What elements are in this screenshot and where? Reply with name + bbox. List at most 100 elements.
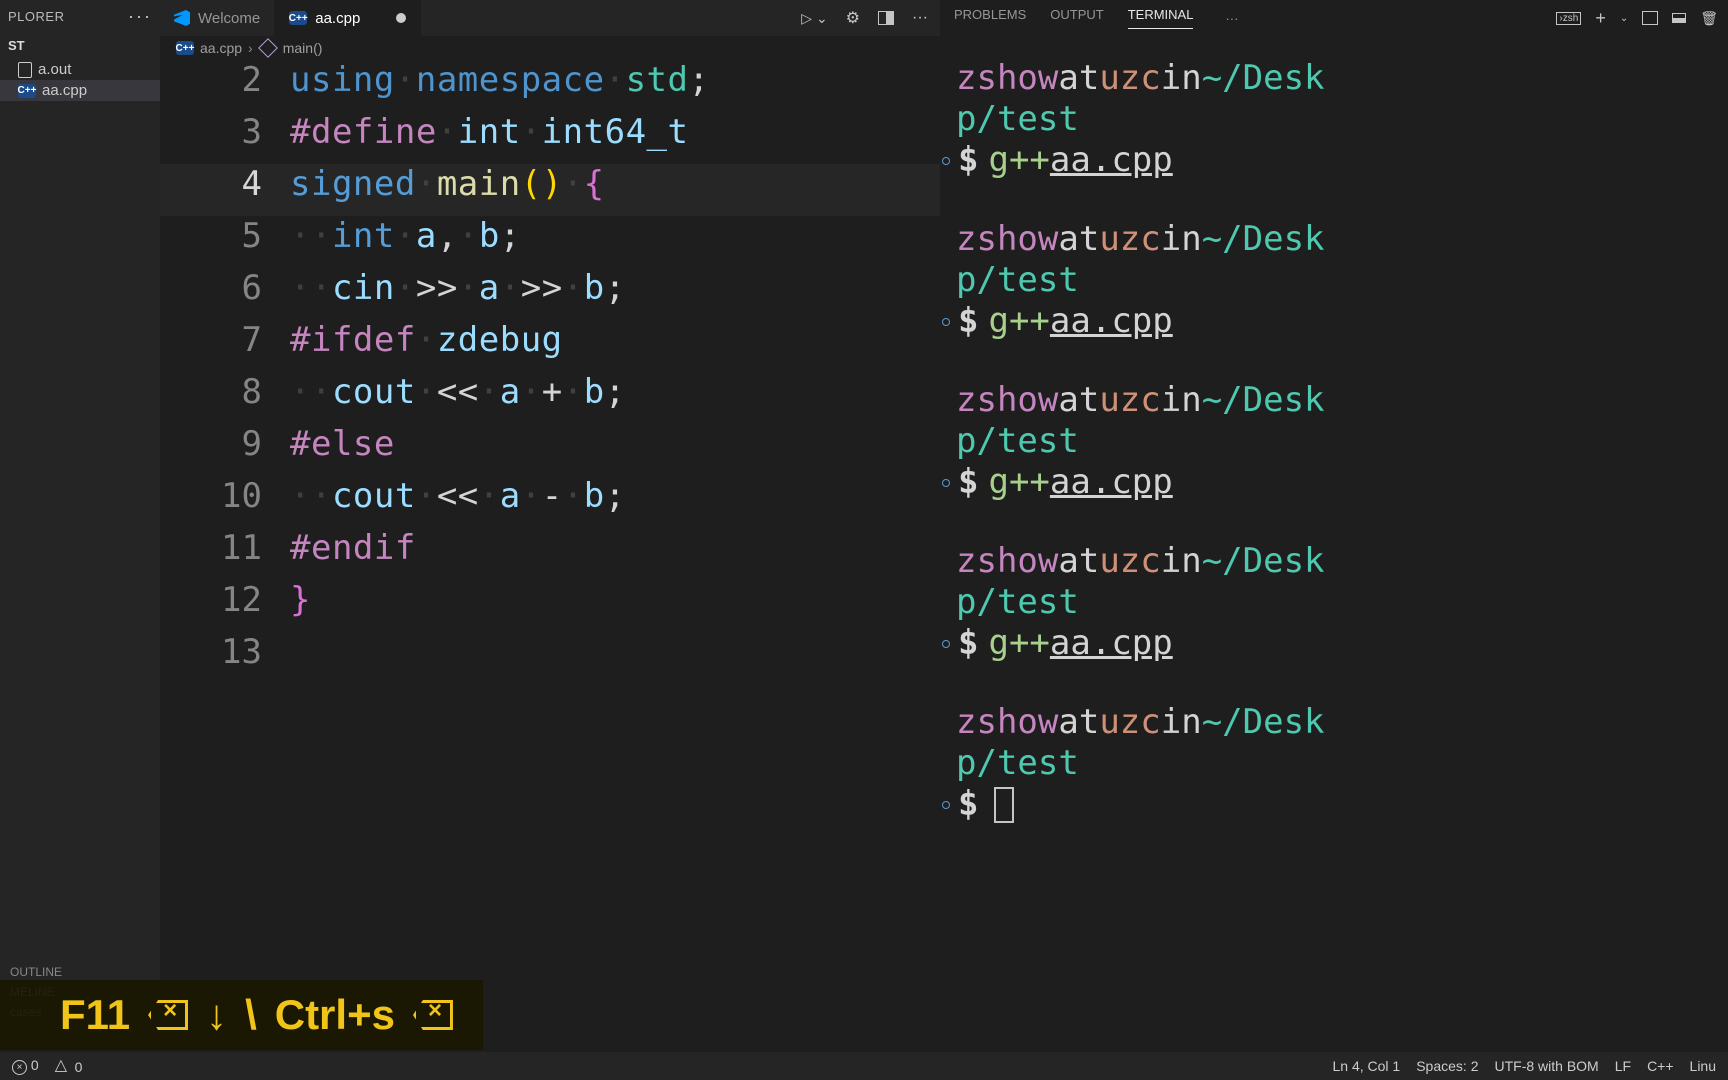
shell-picker[interactable]: › zsh <box>1556 12 1581 25</box>
code-line[interactable]: 5··int·a,·b; <box>160 216 940 268</box>
prompt-dollar: $ <box>958 301 978 342</box>
panel-tab-problems[interactable]: PROBLEMS <box>954 7 1026 29</box>
status-os: Linu <box>1690 1058 1716 1074</box>
maximize-panel-icon[interactable] <box>1672 13 1686 23</box>
folder-name[interactable]: ST <box>0 32 160 59</box>
panel-more-icon[interactable]: ··· <box>1225 11 1238 26</box>
code-line[interactable]: 7#ifdef·zdebug <box>160 320 940 372</box>
terminal-dropdown-icon[interactable]: ⌄ <box>1620 13 1628 24</box>
keycast-overlay: F11 ↓ \ Ctrl+s <box>0 980 483 1050</box>
code-line[interactable]: 3#define·int·int64_t <box>160 112 940 164</box>
new-terminal-icon[interactable] <box>1595 8 1606 29</box>
prompt-dot-icon <box>942 479 950 487</box>
status-warnings[interactable]: 0 <box>55 1058 83 1075</box>
panel-tab-output[interactable]: OUTPUT <box>1050 7 1103 29</box>
vscode-icon <box>174 10 190 26</box>
terminal-block: zshow at uzc in ~/Deskp/test$g++ aa.cpp <box>940 541 1728 664</box>
backspace-icon <box>148 1000 188 1030</box>
gear-icon[interactable] <box>846 8 860 28</box>
term-user: zshow <box>956 541 1058 582</box>
breadcrumb-symbol[interactable]: main() <box>283 40 323 56</box>
term-path: p/test <box>956 743 1079 784</box>
symbol-method-icon <box>258 38 278 58</box>
file-item[interactable]: C++ aa.cpp <box>0 80 160 101</box>
file-item[interactable]: a.out <box>0 59 160 80</box>
run-icon[interactable]: ▷ ⌄ <box>801 10 827 27</box>
code-line[interactable]: 12} <box>160 580 940 632</box>
editor-tab[interactable]: C++aa.cpp <box>275 0 421 36</box>
term-user: zshow <box>956 702 1058 743</box>
line-number: 6 <box>160 268 290 308</box>
explorer-more-icon[interactable]: ··· <box>128 6 152 27</box>
code-content: signed·main()·{ <box>290 164 605 204</box>
keycast-key: \ <box>245 991 257 1039</box>
file-name: aa.cpp <box>42 82 87 99</box>
prompt-dollar: $ <box>958 140 978 181</box>
cpp-icon: C++ <box>18 84 36 98</box>
code-content: #define·int·int64_t <box>290 112 688 152</box>
editor-tab[interactable]: Welcome <box>160 0 275 36</box>
term-host: uzc <box>1099 380 1160 421</box>
code-editor[interactable]: 2using·namespace·std;3#define·int·int64_… <box>160 60 940 1050</box>
tab-label: aa.cpp <box>315 10 360 27</box>
editor-actions: ▷ ⌄ ··· <box>801 0 940 36</box>
code-line[interactable]: 2using·namespace·std; <box>160 60 940 112</box>
kill-terminal-icon[interactable] <box>1700 10 1718 27</box>
keycast-key: Ctrl+s <box>275 991 395 1039</box>
code-content: ··cout·<<·a·-·b; <box>290 476 626 516</box>
prompt-dot-icon <box>942 640 950 648</box>
line-number: 12 <box>160 580 290 620</box>
code-content: ··cin·>>·a·>>·b; <box>290 268 626 308</box>
error-icon: × <box>12 1060 27 1075</box>
term-path: ~/Desk <box>1202 58 1325 99</box>
term-user: zshow <box>956 58 1058 99</box>
term-arg: aa.cpp <box>1050 140 1173 181</box>
term-user: zshow <box>956 380 1058 421</box>
term-cmd: g++ <box>988 140 1049 181</box>
code-line[interactable]: 13 <box>160 632 940 684</box>
code-line[interactable]: 8··cout·<<·a·+·b; <box>160 372 940 424</box>
status-eol[interactable]: LF <box>1615 1058 1631 1074</box>
prompt-dot-icon <box>942 801 950 809</box>
code-line[interactable]: 6··cin·>>·a·>>·b; <box>160 268 940 320</box>
terminal[interactable]: zshow at uzc in ~/Deskp/test$g++ aa.cppz… <box>940 58 1728 1050</box>
dirty-indicator-icon <box>396 13 406 23</box>
panel-tab-terminal[interactable]: TERMINAL <box>1128 7 1194 29</box>
line-number: 8 <box>160 372 290 412</box>
code-line[interactable]: 10··cout·<<·a·-·b; <box>160 476 940 528</box>
terminal-block: zshow at uzc in ~/Deskp/test$ <box>940 702 1728 825</box>
sidebar-section[interactable]: OUTLINE <box>0 962 160 982</box>
code-line[interactable]: 4signed·main()·{ <box>160 164 940 216</box>
file-icon <box>18 62 32 78</box>
status-bar: × 0 0 Ln 4, Col 1 Spaces: 2 UTF-8 with B… <box>0 1052 1728 1080</box>
status-language[interactable]: C++ <box>1647 1058 1673 1074</box>
line-number: 7 <box>160 320 290 360</box>
breadcrumb[interactable]: C++ aa.cpp › main() <box>160 36 940 60</box>
editor-tabs: WelcomeC++aa.cpp ▷ ⌄ ··· <box>160 0 940 36</box>
prompt-dollar: $ <box>958 462 978 503</box>
terminal-cursor[interactable] <box>994 787 1014 823</box>
keycast-key: ↓ <box>206 991 227 1039</box>
term-cmd: g++ <box>988 623 1049 664</box>
status-cursor[interactable]: Ln 4, Col 1 <box>1333 1058 1401 1074</box>
status-encoding[interactable]: UTF-8 with BOM <box>1494 1058 1598 1074</box>
term-path: p/test <box>956 260 1079 301</box>
term-host: uzc <box>1099 219 1160 260</box>
term-host: uzc <box>1099 541 1160 582</box>
line-number: 3 <box>160 112 290 152</box>
code-line[interactable]: 11#endif <box>160 528 940 580</box>
split-terminal-icon[interactable] <box>1642 11 1658 25</box>
cpp-icon: C++ <box>176 41 194 55</box>
code-line[interactable]: 9#else <box>160 424 940 476</box>
editor-more-icon[interactable]: ··· <box>912 9 928 27</box>
status-spaces[interactable]: Spaces: 2 <box>1416 1058 1478 1074</box>
term-path: p/test <box>956 582 1079 623</box>
line-number: 11 <box>160 528 290 568</box>
breadcrumb-file[interactable]: aa.cpp <box>200 40 242 56</box>
backspace-icon <box>413 1000 453 1030</box>
split-editor-icon[interactable] <box>878 11 894 25</box>
status-errors[interactable]: × 0 <box>12 1057 39 1075</box>
term-path: ~/Desk <box>1202 219 1325 260</box>
line-number: 13 <box>160 632 290 672</box>
panel-tabs: PROBLEMS OUTPUT TERMINAL ··· › zsh ⌄ <box>940 0 1728 36</box>
